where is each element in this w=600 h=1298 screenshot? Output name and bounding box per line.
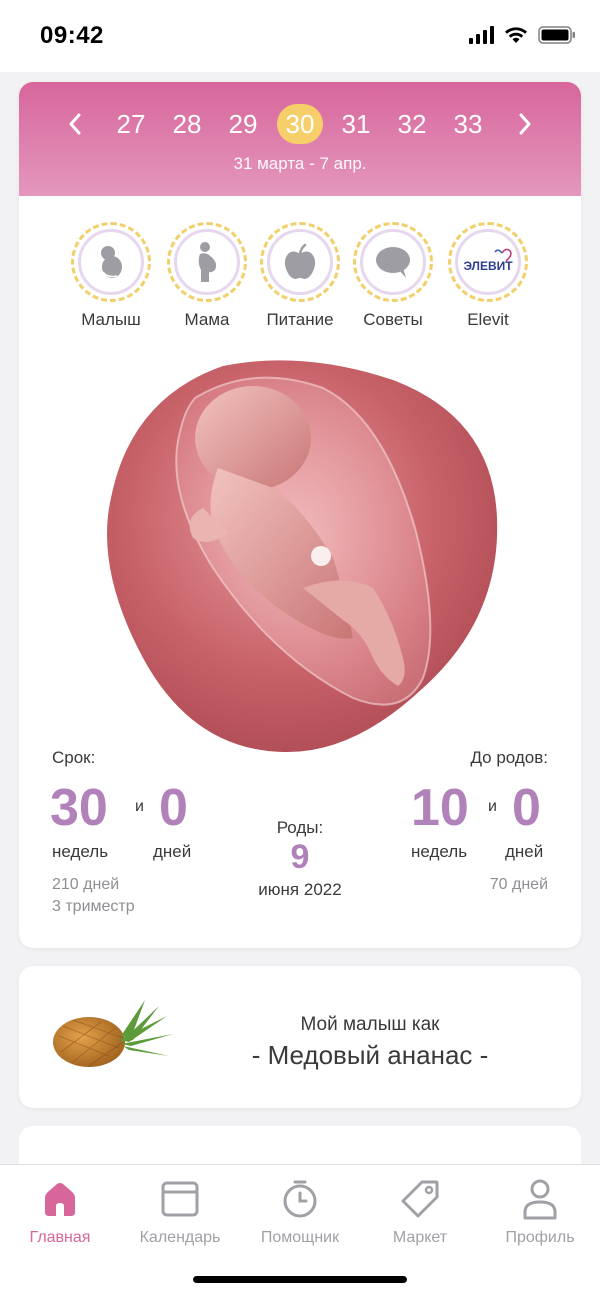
week-30-active[interactable]: 30	[277, 104, 323, 144]
status-bar: 09:42	[0, 0, 600, 72]
category-label: Elevit	[467, 310, 509, 329]
home-indicator[interactable]	[193, 1276, 407, 1283]
prev-week-button[interactable]	[61, 110, 89, 138]
chevron-right-icon	[519, 113, 531, 135]
next-week-button[interactable]	[511, 110, 539, 138]
tab-market[interactable]: Маркет	[360, 1177, 480, 1247]
elevit-logo-text: ЭЛЕВИТ	[463, 259, 513, 273]
main-card: 27 28 29 30 31 32 33 31 марта - 7 апр. М…	[19, 82, 581, 948]
profile-icon	[523, 1179, 557, 1220]
category-row: Малыш Мама Питание Советы ЭЛЕВИТ Elevit	[19, 222, 581, 342]
status-time: 09:42	[40, 22, 104, 49]
elevit-logo: ЭЛЕВИТ	[463, 248, 513, 273]
tab-label: Календарь	[139, 1229, 221, 1246]
term-days-unit: дней	[153, 842, 192, 861]
week-row: 27 28 29 30 31 32 33	[19, 100, 581, 148]
left-and: и	[488, 798, 497, 815]
week-32[interactable]: 32	[389, 104, 435, 144]
left-label: До родов:	[470, 748, 548, 767]
tab-label: Профиль	[505, 1229, 575, 1246]
left-days-value: 0	[512, 779, 541, 837]
category-nutrition[interactable]: Питание	[255, 222, 345, 330]
stopwatch-icon	[283, 1180, 317, 1218]
category-label: Советы	[363, 310, 423, 329]
week-28[interactable]: 28	[164, 104, 210, 144]
tag-icon	[401, 1180, 439, 1218]
category-label: Мама	[184, 310, 230, 329]
term-label: Срок:	[52, 748, 96, 767]
term-total-days: 210 дней	[52, 876, 120, 893]
week-33[interactable]: 33	[445, 104, 491, 144]
due-day: 9	[290, 838, 310, 876]
tab-label: Помощник	[260, 1229, 340, 1246]
tab-label: Главная	[29, 1229, 91, 1246]
category-tips[interactable]: Советы	[348, 222, 438, 330]
trimester: 3 триместр	[52, 898, 135, 915]
week-31[interactable]: 31	[333, 104, 379, 144]
status-icons	[469, 26, 576, 44]
fetus-illustration	[103, 358, 499, 756]
term-and: и	[135, 798, 144, 815]
week-selector: 27 28 29 30 31 32 33 31 марта - 7 апр.	[19, 82, 581, 196]
due-month-year: июня 2022	[258, 880, 342, 899]
category-label: Питание	[266, 310, 334, 329]
tab-home[interactable]: Главная	[0, 1177, 120, 1247]
tab-calendar[interactable]: Календарь	[120, 1177, 240, 1247]
apple-icon	[284, 243, 316, 279]
date-range: 31 марта - 7 апр.	[233, 154, 367, 173]
term-days-value: 0	[159, 779, 188, 837]
cellular-signal-icon	[469, 26, 494, 44]
pineapple-image	[53, 1000, 173, 1067]
category-elevit[interactable]: ЭЛЕВИТ Elevit	[443, 222, 533, 330]
baby-icon	[101, 246, 122, 278]
baby-size-fruit: - Медовый ананас -	[251, 1040, 489, 1070]
tab-label: Маркет	[392, 1229, 448, 1246]
pregnant-woman-icon	[198, 242, 217, 282]
term-weeks-value: 30	[50, 779, 108, 837]
tab-profile[interactable]: Профиль	[480, 1177, 600, 1247]
left-days-unit: дней	[505, 842, 544, 861]
category-mom[interactable]: Мама	[162, 222, 252, 330]
due-label: Роды:	[276, 818, 324, 837]
tab-assistant[interactable]: Помощник	[240, 1177, 360, 1247]
baby-size-card[interactable]: Мой малыш как - Медовый ананас -	[19, 966, 581, 1108]
category-baby[interactable]: Малыш	[66, 222, 156, 330]
chevron-left-icon	[69, 113, 81, 135]
calendar-icon	[161, 1181, 199, 1217]
pregnancy-stats: Срок: 30 и 0 недель дней 210 дней 3 трим…	[19, 742, 581, 942]
baby-size-caption: Мой малыш как	[300, 1014, 440, 1035]
term-weeks-unit: недель	[52, 842, 109, 861]
week-29[interactable]: 29	[220, 104, 266, 144]
left-total-days: 70 дней	[489, 876, 548, 893]
wifi-icon	[505, 27, 527, 43]
home-icon	[45, 1183, 75, 1216]
left-weeks-unit: недель	[411, 842, 468, 861]
left-weeks-value: 10	[411, 779, 469, 837]
speech-bubble-icon	[376, 247, 410, 278]
battery-icon	[538, 26, 575, 44]
category-label: Малыш	[81, 310, 141, 329]
week-27[interactable]: 27	[108, 104, 154, 144]
